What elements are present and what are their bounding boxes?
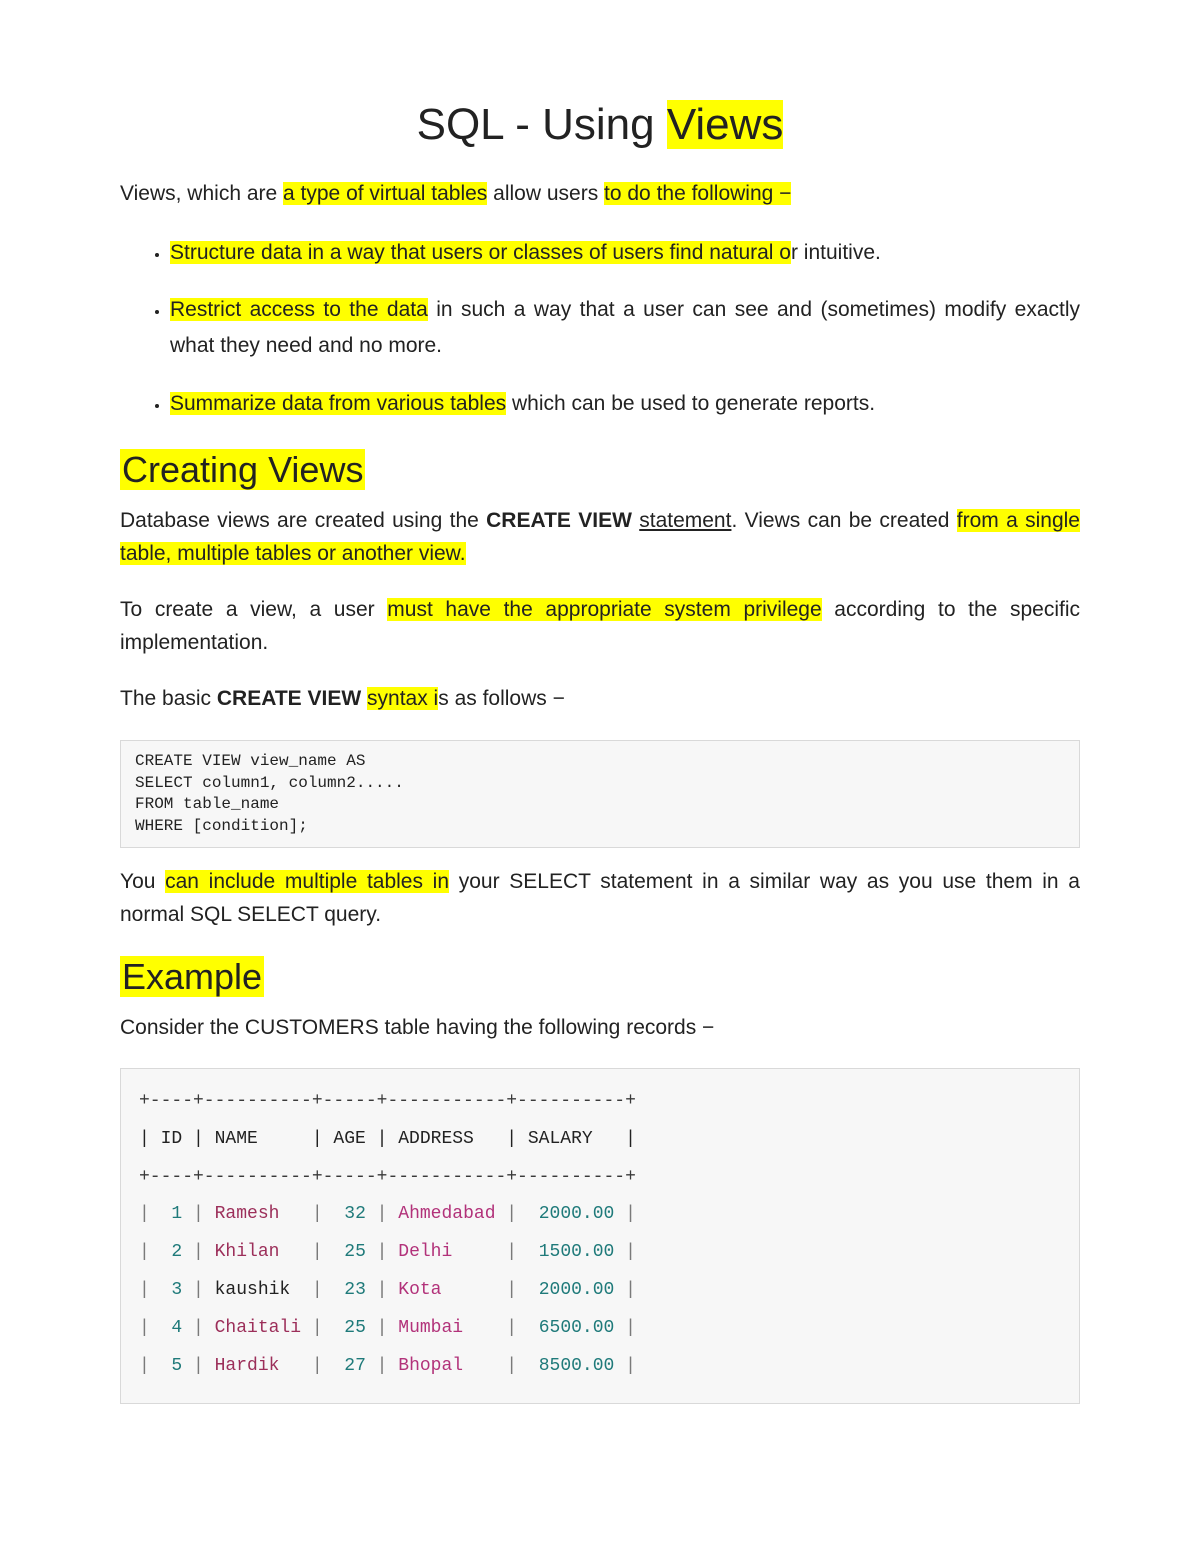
- text: . Views can be created: [731, 509, 956, 532]
- section-creating-views: Creating Views: [120, 449, 1080, 491]
- text: which can be used to generate reports.: [506, 392, 875, 415]
- section-example: Example: [120, 956, 1080, 998]
- text: Database views are created using the: [120, 509, 486, 532]
- highlight: syntax i: [367, 687, 438, 710]
- text: r intuitive.: [791, 241, 881, 264]
- highlight: must have the appropriate system privile…: [387, 598, 821, 621]
- bullet-list: Structure data in a way that users or cl…: [120, 235, 1080, 422]
- highlight: to do the following −: [604, 182, 791, 205]
- highlight: Structure data in a way that users or cl…: [170, 241, 791, 264]
- list-item: Summarize data from various tables which…: [170, 386, 1080, 422]
- text: The basic: [120, 687, 217, 710]
- text: Views, which are: [120, 182, 283, 205]
- list-item: Restrict access to the data in such a wa…: [170, 292, 1080, 363]
- code-block-create-view: CREATE VIEW view_name AS SELECT column1,…: [120, 740, 1080, 848]
- bold-text: CREATE VIEW: [486, 509, 639, 532]
- title-text: SQL - Using: [417, 100, 667, 149]
- page-title: SQL - Using Views: [120, 100, 1080, 150]
- underline-text: statement: [639, 509, 731, 532]
- document-page: SQL - Using Views Views, which are a typ…: [0, 0, 1200, 1553]
- text: allow users: [487, 182, 604, 205]
- text: You: [120, 870, 165, 893]
- text: To create a view, a user: [120, 598, 387, 621]
- highlight: Example: [120, 956, 264, 997]
- customers-table: +----+----------+-----+-----------+-----…: [120, 1068, 1080, 1404]
- highlight: can include multiple tables in: [165, 870, 449, 893]
- paragraph-example: Consider the CUSTOMERS table having the …: [120, 1012, 1080, 1045]
- title-highlight: Views: [667, 100, 784, 149]
- text: s as follows −: [438, 687, 565, 710]
- highlight: Creating Views: [120, 449, 365, 490]
- highlight: Restrict access to the data: [170, 298, 428, 321]
- paragraph-syntax: The basic CREATE VIEW syntax is as follo…: [120, 683, 1080, 716]
- paragraph-creating: Database views are created using the CRE…: [120, 505, 1080, 570]
- list-item: Structure data in a way that users or cl…: [170, 235, 1080, 271]
- paragraph-include: You can include multiple tables in your …: [120, 866, 1080, 931]
- paragraph-privilege: To create a view, a user must have the a…: [120, 594, 1080, 659]
- intro-paragraph: Views, which are a type of virtual table…: [120, 178, 1080, 211]
- highlight: a type of virtual tables: [283, 182, 487, 205]
- highlight: Summarize data from various tables: [170, 392, 506, 415]
- bold-text: CREATE VIEW: [217, 687, 361, 710]
